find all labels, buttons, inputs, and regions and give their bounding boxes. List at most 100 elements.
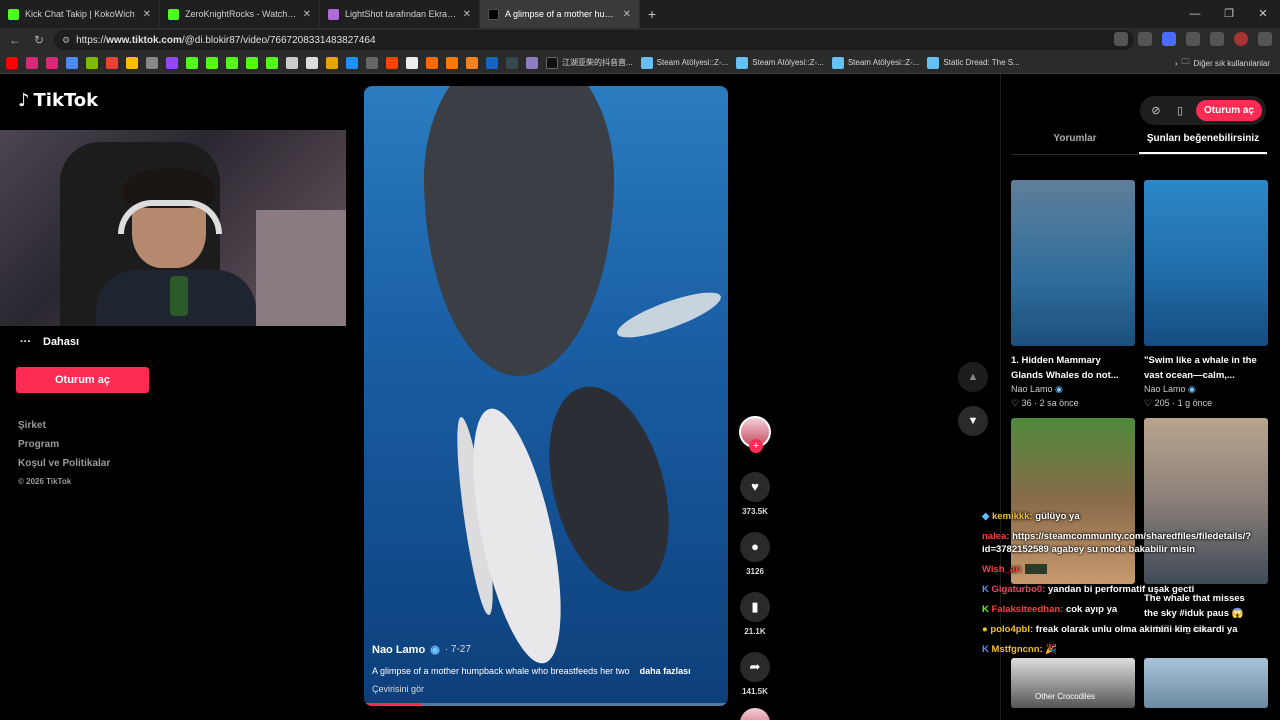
bookmark-icon[interactable] [66, 56, 78, 69]
card-thumbnail[interactable] [1144, 180, 1268, 346]
instagram-icon[interactable] [26, 56, 38, 69]
see-translation-button[interactable]: Çevirisini gör [372, 684, 720, 694]
bookmark-icon[interactable] [466, 56, 478, 69]
footer-link-terms[interactable]: Koşul ve Politikalar [18, 458, 110, 469]
minimize-icon[interactable]: — [1178, 0, 1212, 28]
heart-icon[interactable]: ♥ [740, 472, 770, 502]
suggested-card[interactable]: 1. Hidden Mammary Glands Whales do not..… [1011, 180, 1135, 409]
suggested-card[interactable] [1144, 658, 1268, 708]
author-avatar[interactable]: + [739, 416, 771, 453]
bookmark-item[interactable]: Steam Atölyesi::Z-... [831, 56, 919, 69]
phone-icon[interactable]: ▯ [1172, 104, 1188, 117]
new-tab-icon[interactable]: + [640, 6, 664, 22]
restore-icon[interactable]: ❐ [1212, 0, 1246, 28]
bookmark-item[interactable]: Steam Atölyesi::Z-... [736, 56, 824, 69]
profile-avatar-icon[interactable] [1234, 32, 1248, 46]
twitch-icon[interactable] [166, 56, 178, 69]
collections-icon[interactable] [1210, 32, 1224, 46]
youtube-icon[interactable] [6, 56, 18, 69]
chevron-right-icon[interactable]: › [1175, 59, 1178, 68]
video-player[interactable]: Nao Lamo ◉ · 7-27 A glimpse of a mother … [364, 86, 728, 706]
other-bookmarks[interactable]: › 🗀 Diğer sık kullanılanlar [1175, 56, 1270, 70]
globe-icon[interactable] [146, 56, 158, 69]
bookmark-item[interactable]: Steam Atölyesi::Z-... [640, 56, 728, 69]
footer-link-company[interactable]: Şirket [18, 420, 110, 431]
close-tab-icon[interactable]: ✕ [623, 9, 631, 20]
close-window-icon[interactable]: ✕ [1246, 0, 1280, 28]
like-action[interactable]: ♥ 373.5K [738, 472, 772, 516]
sidebar-login-button[interactable]: Oturum aç [16, 367, 149, 393]
bookmark-icon[interactable] [366, 56, 378, 69]
more-menu-item[interactable]: ··· Dahası [20, 336, 79, 348]
favorite-star-icon[interactable] [1138, 32, 1152, 46]
card-author[interactable]: Nao Lamo [1144, 384, 1186, 394]
kick-icon[interactable] [226, 56, 238, 69]
bookmark-icon[interactable] [506, 56, 518, 69]
kick-icon[interactable] [186, 56, 198, 69]
instagram-icon[interactable] [46, 56, 58, 69]
card-thumbnail[interactable] [1144, 658, 1268, 708]
extensions-puzzle-icon[interactable] [1186, 32, 1200, 46]
verified-icon: ◉ [430, 644, 440, 656]
browser-tab[interactable]: LightShot tarafından Ekran Görünt ✕ [320, 0, 480, 28]
url-field[interactable]: ⚙ https://www.tiktok.com/@di.blokir87/vi… [54, 30, 1134, 50]
tab-comments[interactable]: Yorumlar [1011, 128, 1139, 154]
follow-plus-icon[interactable]: + [749, 439, 763, 453]
kick-icon[interactable] [266, 56, 278, 69]
card-thumbnail[interactable]: Other Crocodiles [1011, 658, 1135, 708]
extension-icon[interactable] [1114, 32, 1128, 46]
back-icon[interactable]: ← [6, 33, 24, 47]
microsoft-icon[interactable] [86, 56, 98, 69]
music-disc-avatar[interactable] [740, 708, 770, 720]
share-action[interactable]: ➦ 141.5K [738, 652, 772, 696]
close-tab-icon[interactable]: ✕ [303, 9, 311, 20]
chevron-up-icon[interactable]: ▲ [958, 362, 988, 392]
menu-dots-icon[interactable] [1258, 32, 1272, 46]
tiktok-logo[interactable]: ♪ TikTok [18, 90, 98, 111]
tab-suggested[interactable]: Şunları beğenebilirsiniz [1139, 128, 1267, 154]
close-tab-icon[interactable]: ✕ [143, 9, 151, 20]
site-info-icon[interactable]: ⚙ [62, 35, 70, 46]
bookmark-item[interactable]: Static Dread: The S... [927, 56, 1020, 69]
video-author[interactable]: Nao Lamo [372, 644, 425, 656]
browser-tab[interactable]: Kick Chat Takip | KokoWich ✕ [0, 0, 160, 28]
drive-icon[interactable] [126, 56, 138, 69]
suggested-card[interactable]: "Swim like a whale in the vast ocean—cal… [1144, 180, 1268, 409]
comment-action[interactable]: ● 3126 [738, 532, 772, 576]
browser-tab[interactable]: ZeroKnightRocks - Watch clips on ✕ [160, 0, 320, 28]
bookmark-icon[interactable] [426, 56, 438, 69]
card-author[interactable]: Nao Lamo [1011, 384, 1053, 394]
bookmark-icon[interactable] [446, 56, 458, 69]
bookmark-icon[interactable] [526, 56, 538, 69]
kick-icon[interactable] [246, 56, 258, 69]
footer-link-program[interactable]: Program [18, 439, 110, 450]
kick-icon[interactable] [206, 56, 218, 69]
card-thumbnail[interactable] [1011, 180, 1135, 346]
refresh-icon[interactable]: ↻ [30, 33, 48, 47]
logo-text: TikTok [33, 90, 99, 111]
gmail-icon[interactable] [106, 56, 118, 69]
sidebar-footer: Şirket Program Koşul ve Politikalar © 20… [18, 420, 110, 494]
share-count: 141.5K [742, 687, 768, 696]
anchor-icon[interactable] [286, 56, 298, 69]
comment-icon[interactable]: ● [740, 532, 770, 562]
extension-icon[interactable] [1162, 32, 1176, 46]
share-icon[interactable]: ➦ [740, 652, 770, 682]
login-button[interactable]: Oturum aç [1195, 100, 1262, 121]
chevron-down-icon[interactable]: ▼ [958, 406, 988, 436]
bookmark-icon[interactable] [406, 56, 418, 69]
close-tab-icon[interactable]: ✕ [463, 9, 471, 20]
bookmark-item[interactable]: 江湖亚柴的抖音直... [546, 56, 633, 69]
video-progress-bar[interactable] [364, 703, 728, 706]
bookmark-icon[interactable] [326, 56, 338, 69]
browser-tab-active[interactable]: A glimpse of a mother humpback ✕ [480, 0, 640, 28]
reddit-icon[interactable] [386, 56, 398, 69]
bookmark-icon[interactable]: ▮ [740, 592, 770, 622]
suggested-card[interactable]: Other Crocodiles [1011, 658, 1135, 708]
bookmark-icon[interactable] [486, 56, 498, 69]
video-more-button[interactable]: daha fazlası [640, 666, 691, 676]
coin-icon[interactable]: ⊘ [1148, 104, 1164, 117]
bookmark-icon[interactable] [346, 56, 358, 69]
x-icon[interactable] [306, 56, 318, 69]
save-action[interactable]: ▮ 21.1K [738, 592, 772, 636]
